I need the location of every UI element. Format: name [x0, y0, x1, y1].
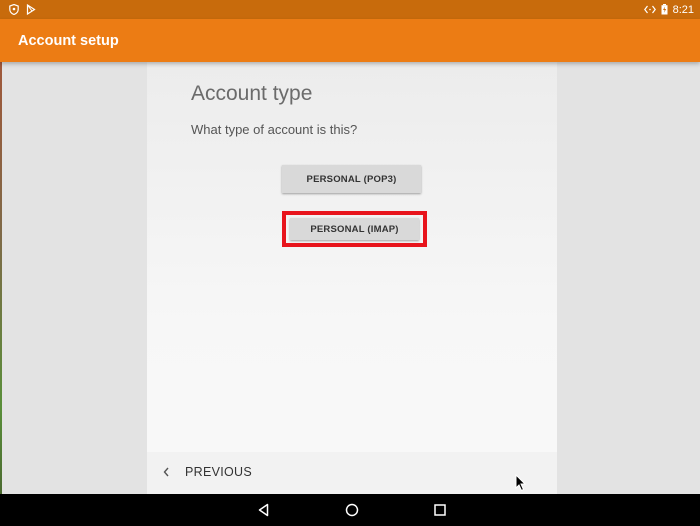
status-time: 8:21 — [672, 3, 694, 16]
app-bar-title: Account setup — [18, 32, 119, 49]
page-title: Account type — [191, 82, 313, 105]
app-bar: Account setup — [0, 19, 700, 62]
personal-imap-button[interactable]: PERSONAL (IMAP) — [290, 218, 419, 240]
chevron-left-icon[interactable] — [161, 465, 171, 479]
footer-bar: PREVIOUS — [147, 452, 557, 494]
status-bar: 8:21 — [0, 0, 700, 19]
account-type-question: What type of account is this? — [191, 122, 358, 137]
system-nav-bar — [0, 494, 700, 526]
status-right-icons: 8:21 — [643, 3, 694, 16]
battery-icon — [661, 4, 668, 15]
mouse-cursor-icon — [515, 474, 527, 492]
previous-button[interactable]: PREVIOUS — [185, 465, 252, 479]
setup-card: Account type What type of account is thi… — [147, 62, 557, 494]
imap-highlight-box: PERSONAL (IMAP) — [282, 211, 427, 247]
shield-icon — [9, 4, 19, 15]
left-margin-panel — [2, 62, 147, 494]
back-icon[interactable] — [256, 502, 272, 518]
home-icon[interactable] — [344, 502, 360, 518]
status-left-icons — [9, 4, 36, 15]
recents-icon[interactable] — [432, 502, 448, 518]
play-store-icon — [26, 4, 36, 15]
right-margin-panel — [557, 62, 700, 494]
personal-pop3-button[interactable]: PERSONAL (POP3) — [282, 165, 421, 193]
code-brackets-icon — [643, 5, 656, 14]
